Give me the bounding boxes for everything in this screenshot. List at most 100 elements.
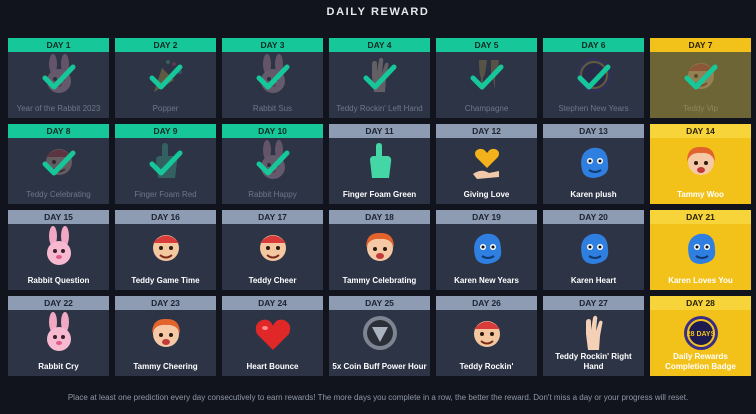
- checkmark-icon: [42, 150, 76, 176]
- reward-card-day-16[interactable]: DAY 16 Teddy Game Time: [115, 210, 216, 290]
- reward-card-day-13[interactable]: DAY 13 Karen plush: [543, 124, 644, 204]
- reward-name: Karen Loves You: [668, 276, 733, 285]
- reward-name: Heart Bounce: [246, 362, 299, 371]
- reward-name: Karen plush: [570, 190, 617, 199]
- reward-name: Rabbit Cry: [38, 362, 79, 371]
- reward-name: Teddy Celebrating: [26, 190, 91, 199]
- day-label: DAY 14: [650, 124, 751, 138]
- reward-card-day-6[interactable]: DAY 6 Stephen New Years: [543, 38, 644, 118]
- reward-name: Teddy Vip: [683, 104, 718, 113]
- karen-icon: [580, 233, 608, 264]
- day-label: DAY 15: [8, 210, 109, 224]
- instructions-text: Place at least one prediction every day …: [67, 393, 689, 402]
- day-label: DAY 9: [115, 124, 216, 138]
- reward-name: Teddy Rockin': [459, 362, 514, 371]
- reward-name: Rabbit Happy: [248, 190, 297, 199]
- day-label: DAY 21: [650, 210, 751, 224]
- reward-art: [329, 312, 430, 354]
- reward-card-day-5[interactable]: DAY 5 Champagne: [436, 38, 537, 118]
- teddy-icon: [473, 321, 500, 347]
- reward-card-day-28[interactable]: DAY 28 28 DAYS Daily Rewards Completion Ba…: [650, 296, 751, 376]
- reward-card-day-27[interactable]: DAY 27 Teddy Rockin' Right Hand: [543, 296, 644, 376]
- reward-card-day-12[interactable]: DAY 12 Giving Love: [436, 124, 537, 204]
- day-label: DAY 4: [329, 38, 430, 52]
- reward-name: Tammy Celebrating: [342, 276, 417, 285]
- day-label: DAY 7: [650, 38, 751, 52]
- checkmark-icon: [149, 64, 183, 90]
- reward-card-day-21[interactable]: DAY 21 Karen Loves You: [650, 210, 751, 290]
- checkmark-icon: [684, 64, 718, 90]
- rabbit-icon: [46, 226, 71, 265]
- reward-card-day-9[interactable]: DAY 9 Finger Foam Red: [115, 124, 216, 204]
- tammy-icon: [151, 318, 180, 347]
- reward-card-day-14[interactable]: DAY 14 Tammy Woo: [650, 124, 751, 204]
- reward-card-day-10[interactable]: DAY 10 Rabbit Happy: [222, 124, 323, 204]
- reward-art: [650, 140, 751, 182]
- reward-art: [543, 140, 644, 182]
- reward-card-day-20[interactable]: DAY 20 Karen Heart: [543, 210, 644, 290]
- reward-card-day-19[interactable]: DAY 19 Karen New Years: [436, 210, 537, 290]
- checkmark-icon: [256, 64, 290, 90]
- reward-art: [436, 140, 537, 182]
- reward-card-day-11[interactable]: DAY 11 Finger Foam Green: [329, 124, 430, 204]
- foam-finger-icon: [369, 143, 391, 178]
- reward-art: [8, 226, 109, 268]
- checkmark-icon: [577, 64, 611, 90]
- day-label: DAY 13: [543, 124, 644, 138]
- reward-card-day-24[interactable]: DAY 24 Heart Bounce: [222, 296, 323, 376]
- reward-grid: DAY 1 Year of the Rabbit 2023 DAY 2 Popper D…: [8, 38, 751, 376]
- reward-art: [329, 226, 430, 268]
- reward-card-day-8[interactable]: DAY 8 Teddy Celebrating: [8, 124, 109, 204]
- reward-art: [543, 226, 644, 268]
- day-label: DAY 1: [8, 38, 109, 52]
- reward-art: [436, 312, 537, 354]
- reward-card-day-26[interactable]: DAY 26 Teddy Rockin': [436, 296, 537, 376]
- reward-art: [329, 140, 430, 182]
- reward-art: [8, 312, 109, 354]
- teddy-icon: [152, 235, 179, 261]
- day-label: DAY 2: [115, 38, 216, 52]
- karen-icon: [473, 233, 501, 264]
- day-label: DAY 24: [222, 296, 323, 310]
- day-label: DAY 26: [436, 296, 537, 310]
- reward-name: Stephen New Years: [558, 104, 629, 113]
- reward-card-day-23[interactable]: DAY 23 Tammy Cheering: [115, 296, 216, 376]
- reward-card-day-15[interactable]: DAY 15 Rabbit Question: [8, 210, 109, 290]
- checkmark-icon: [363, 64, 397, 90]
- reward-card-day-17[interactable]: DAY 17 Teddy Cheer: [222, 210, 323, 290]
- heart-icon: [255, 319, 290, 350]
- reward-card-day-7[interactable]: DAY 7 Teddy Vip: [650, 38, 751, 118]
- reward-card-day-1[interactable]: DAY 1 Year of the Rabbit 2023: [8, 38, 109, 118]
- day-label: DAY 10: [222, 124, 323, 138]
- reward-name: Tammy Cheering: [133, 362, 198, 371]
- reward-name: Teddy Game Time: [131, 276, 200, 285]
- reward-name: Karen Heart: [570, 276, 617, 285]
- reward-card-day-3[interactable]: DAY 3 Rabbit Sus: [222, 38, 323, 118]
- reward-card-day-18[interactable]: DAY 18 Tammy Celebrating: [329, 210, 430, 290]
- day-label: DAY 18: [329, 210, 430, 224]
- day-label: DAY 20: [543, 210, 644, 224]
- karen-icon: [687, 233, 715, 264]
- day-label: DAY 25: [329, 296, 430, 310]
- reward-art: 28 DAYS: [650, 312, 751, 354]
- reward-name: Tammy Woo: [677, 190, 724, 199]
- rabbit-icon: [46, 312, 71, 351]
- reward-card-day-25[interactable]: DAY 25 5x Coin Buff Power Hour: [329, 296, 430, 376]
- reward-name: Popper: [152, 104, 179, 113]
- reward-name: Year of the Rabbit 2023: [16, 104, 101, 113]
- reward-art: [436, 226, 537, 268]
- reward-name: Finger Foam Green: [342, 190, 417, 199]
- svg-text:28 DAYS: 28 DAYS: [686, 331, 715, 338]
- reward-card-day-2[interactable]: DAY 2 Popper: [115, 38, 216, 118]
- reward-name: Karen New Years: [454, 276, 519, 285]
- checkmark-icon: [149, 150, 183, 176]
- reward-art: [650, 226, 751, 268]
- reward-card-day-22[interactable]: DAY 22 Rabbit Cry: [8, 296, 109, 376]
- day-label: DAY 22: [8, 296, 109, 310]
- reward-name: 5x Coin Buff Power Hour: [332, 362, 427, 371]
- reward-card-day-4[interactable]: DAY 4 Teddy Rockin' Left Hand: [329, 38, 430, 118]
- coin-icon: [362, 316, 397, 350]
- page-title: DAILY REWARD: [326, 6, 430, 18]
- reward-art: [115, 226, 216, 268]
- day-label: DAY 27: [543, 296, 644, 310]
